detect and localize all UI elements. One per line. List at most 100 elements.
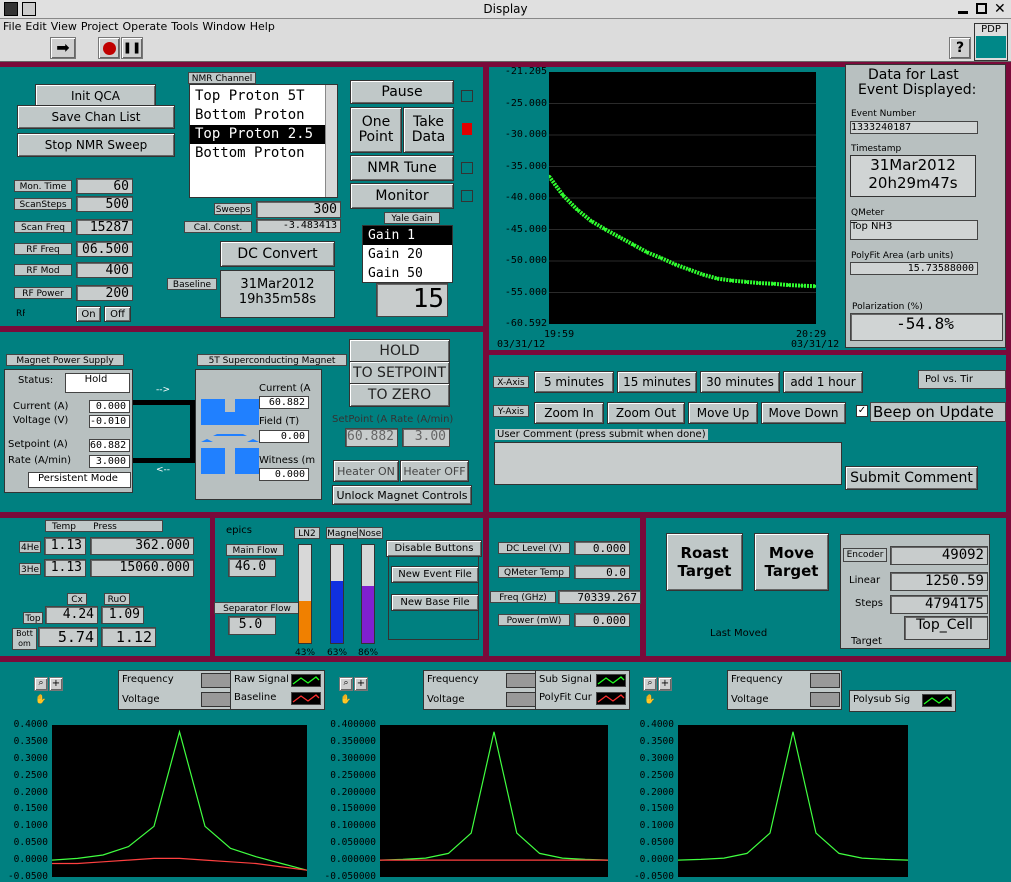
stop-nmr-sweep-button[interactable]: Stop NMR Sweep (17, 133, 175, 157)
maximize-icon[interactable] (976, 3, 987, 14)
list-item[interactable]: Top Proton 2.5 (190, 125, 337, 144)
disable-buttons-button[interactable]: Disable Buttons (386, 540, 482, 557)
ruo-header: RuO (104, 593, 130, 605)
move-target-button[interactable]: Move Target (754, 533, 829, 591)
menu-window[interactable]: Window (202, 19, 245, 35)
divider (489, 350, 1011, 355)
nmr-tune-button[interactable]: NMR Tune (350, 155, 454, 181)
rf-off-button[interactable]: Off (104, 306, 131, 322)
axis-format-icon[interactable] (201, 673, 231, 688)
abort-icon[interactable] (98, 37, 120, 59)
menu-project[interactable]: Project (81, 19, 119, 35)
x-15-minutes-button[interactable]: 15 minutes (617, 371, 697, 393)
new-event-file-button[interactable]: New Event File (391, 566, 479, 583)
cal-const-field[interactable]: -3.483413 (256, 219, 341, 233)
series-legend-swatch[interactable] (291, 692, 321, 705)
rate-field[interactable]: 3.00 (402, 428, 450, 447)
axis-format-icon[interactable] (810, 692, 840, 707)
param-field[interactable]: 06.500 (76, 241, 133, 257)
axis-format-icon[interactable] (506, 673, 536, 688)
heater-on-button[interactable]: Heater ON (333, 460, 399, 482)
param-field[interactable]: 400 (76, 262, 133, 278)
menu-file[interactable]: File (3, 19, 21, 35)
crosshair-tool-icon[interactable]: + (354, 677, 368, 691)
setpoint-field[interactable]: 60.882 (345, 428, 398, 447)
rf-on-button[interactable]: On (76, 306, 101, 322)
pan-tool-icon[interactable]: ✋ (339, 695, 353, 709)
menu-help[interactable]: Help (250, 19, 275, 35)
new-base-file-button[interactable]: New Base File (391, 594, 479, 611)
event-title-2: Event Displayed: (858, 82, 977, 98)
minimize-icon[interactable] (958, 4, 968, 14)
beep-checkbox[interactable]: ✓ (856, 405, 868, 417)
param-field[interactable]: 60 (76, 178, 133, 194)
y-zoom-in-button[interactable]: Zoom In (534, 402, 604, 424)
to-zero-button[interactable]: TO ZERO (349, 383, 450, 407)
unlock-magnet-button[interactable]: Unlock Magnet Controls (332, 485, 472, 505)
heater-off-button[interactable]: Heater OFF (400, 460, 469, 482)
close-icon[interactable]: ✕ (994, 1, 1006, 17)
mps-rate-field[interactable]: 3.000 (89, 455, 130, 468)
yale-gain-list[interactable]: Gain 1 Gain 20 Gain 50 (362, 225, 453, 283)
app-icon[interactable] (4, 2, 18, 16)
take-data-button[interactable]: Take Data (403, 107, 454, 153)
timestamp-field: 31Mar2012 20h29m47s (850, 155, 976, 197)
y-move-up-button[interactable]: Move Up (688, 402, 758, 424)
menu-view[interactable]: View (51, 19, 77, 35)
hold-button[interactable]: HOLD (349, 339, 450, 363)
pause-button[interactable]: Pause (350, 80, 454, 104)
list-scrollbar[interactable] (325, 85, 337, 197)
sweeps-field[interactable]: 300 (256, 201, 341, 218)
y-tick-label: -45.000 (504, 223, 547, 235)
dc-convert-button[interactable]: DC Convert (220, 241, 335, 267)
pan-tool-icon[interactable]: ✋ (643, 695, 657, 709)
mps-setpoint-field[interactable]: 60.882 (89, 439, 130, 452)
series-legend-swatch[interactable] (922, 694, 952, 707)
nmr-channel-list[interactable]: Top Proton 5T Bottom Proton Top Proton 2… (189, 84, 338, 198)
series-legend-swatch[interactable] (596, 692, 626, 705)
to-setpoint-button[interactable]: TO SETPOINT (349, 361, 450, 385)
series-legend-swatch[interactable] (291, 674, 321, 687)
pause-icon[interactable]: ❚❚ (121, 37, 143, 59)
zoom-tool-icon[interactable]: ⌕ (339, 677, 353, 691)
pan-tool-icon[interactable]: ✋ (34, 695, 48, 709)
menu-tools[interactable]: Tools (171, 19, 198, 35)
submit-comment-button[interactable]: Submit Comment (845, 466, 978, 490)
list-item[interactable]: Gain 1 (363, 226, 452, 245)
y-move-down-button[interactable]: Move Down (761, 402, 846, 424)
monitor-button[interactable]: Monitor (350, 183, 454, 209)
list-item[interactable]: Top Proton 5T (190, 87, 337, 106)
axis-format-icon[interactable] (810, 673, 840, 688)
meas-label: QMeter Temp (498, 566, 570, 578)
comment-input[interactable] (494, 442, 842, 485)
system-menu-icon[interactable] (22, 2, 36, 16)
meas-label: Power (mW) (498, 614, 570, 626)
crosshair-tool-icon[interactable]: + (49, 677, 63, 691)
save-chan-list-button[interactable]: Save Chan List (17, 105, 175, 129)
x-add-1-hour-button[interactable]: add 1 hour (783, 371, 863, 393)
param-field[interactable]: 500 (76, 196, 133, 212)
list-item[interactable]: Bottom Proton (190, 106, 337, 125)
series-legend-swatch[interactable] (596, 674, 626, 687)
crosshair-tool-icon[interactable]: + (658, 677, 672, 691)
zoom-tool-icon[interactable]: ⌕ (34, 677, 48, 691)
menu-edit[interactable]: Edit (25, 19, 46, 35)
roast-target-button[interactable]: Roast Target (666, 533, 743, 591)
y-tick-label: 0.2000 (13, 786, 48, 798)
help-icon[interactable]: ? (949, 37, 971, 59)
param-field[interactable]: 15287 (76, 219, 133, 235)
one-point-button[interactable]: One Point (350, 107, 402, 153)
axis-format-icon[interactable] (201, 692, 231, 707)
param-field[interactable]: 200 (76, 285, 133, 301)
menu-operate[interactable]: Operate (122, 19, 167, 35)
list-item[interactable]: Bottom Proton (190, 144, 337, 163)
list-item[interactable]: Gain 20 (363, 245, 452, 264)
y-zoom-out-button[interactable]: Zoom Out (607, 402, 685, 424)
x-5-minutes-button[interactable]: 5 minutes (534, 371, 614, 393)
list-item[interactable]: Gain 50 (363, 264, 452, 283)
nmr-tune-indicator (461, 162, 473, 174)
zoom-tool-icon[interactable]: ⌕ (643, 677, 657, 691)
run-arrow-icon[interactable]: ➡ (50, 37, 76, 59)
x-30-minutes-button[interactable]: 30 minutes (700, 371, 780, 393)
axis-format-icon[interactable] (506, 692, 536, 707)
